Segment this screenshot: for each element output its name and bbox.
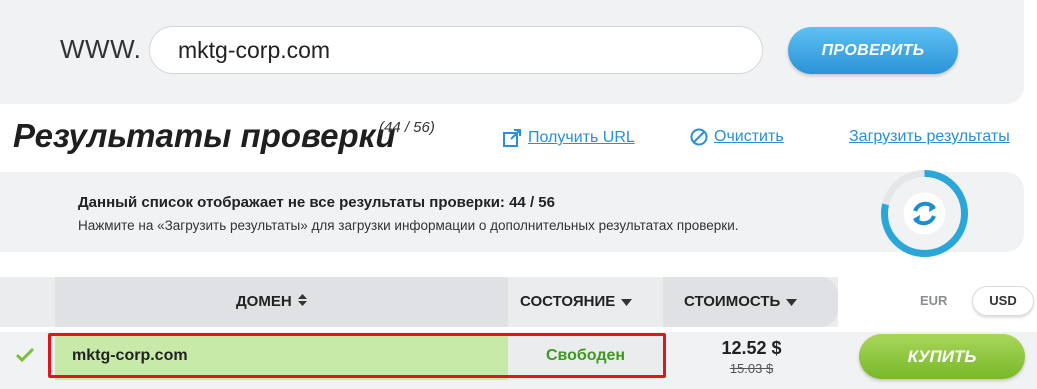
notice-main-text: Данный список отображает не все результа… <box>78 194 555 211</box>
row-old-price: 15.03 $ <box>729 361 774 376</box>
cost-column-label: СТОИМОСТЬ <box>684 293 781 310</box>
currency-eur-toggle[interactable]: EUR <box>920 293 947 308</box>
checkmark-icon <box>15 347 35 367</box>
check-button[interactable]: ПРОВЕРИТЬ <box>788 27 958 74</box>
refresh-icon <box>903 192 946 235</box>
load-progress-ring[interactable] <box>877 166 972 261</box>
clear-icon <box>690 128 708 146</box>
column-header-status[interactable]: СОСТОЯНИЕ <box>508 277 663 327</box>
currency-usd-toggle[interactable]: USD <box>972 286 1034 316</box>
sort-down-icon <box>621 293 633 310</box>
sort-updown-icon <box>297 293 307 310</box>
status-column-label: СОСТОЯНИЕ <box>520 293 616 310</box>
sort-down-icon <box>786 293 798 310</box>
results-count: (44 / 56) <box>379 119 435 136</box>
results-title: Результаты проверки <box>13 117 396 154</box>
external-link-icon <box>502 128 522 148</box>
column-header-domain[interactable]: ДОМЕН <box>55 277 508 327</box>
get-url-link[interactable]: Получить URL <box>502 128 635 148</box>
domain-column-label: ДОМЕН <box>236 293 292 310</box>
buy-button[interactable]: КУПИТЬ <box>859 334 1025 379</box>
row-price: 12.52 $ <box>721 338 782 358</box>
www-prefix-label: WWW. <box>60 34 142 64</box>
notice-panel: Данный список отображает не все результа… <box>0 172 1024 252</box>
column-header-cost[interactable]: СТОИМОСТЬ <box>663 277 838 327</box>
highlight-frame <box>48 333 666 378</box>
clear-link[interactable]: Очистить <box>690 128 784 146</box>
domain-search-input[interactable] <box>149 26 763 74</box>
load-results-link[interactable]: Загрузить результаты <box>849 128 1010 146</box>
search-panel: WWW. ПРОВЕРИТЬ <box>0 0 1024 104</box>
notice-sub-text: Нажмите на «Загрузить результаты» для за… <box>78 218 739 233</box>
get-url-label: Получить URL <box>528 129 635 146</box>
clear-label: Очистить <box>714 128 784 145</box>
